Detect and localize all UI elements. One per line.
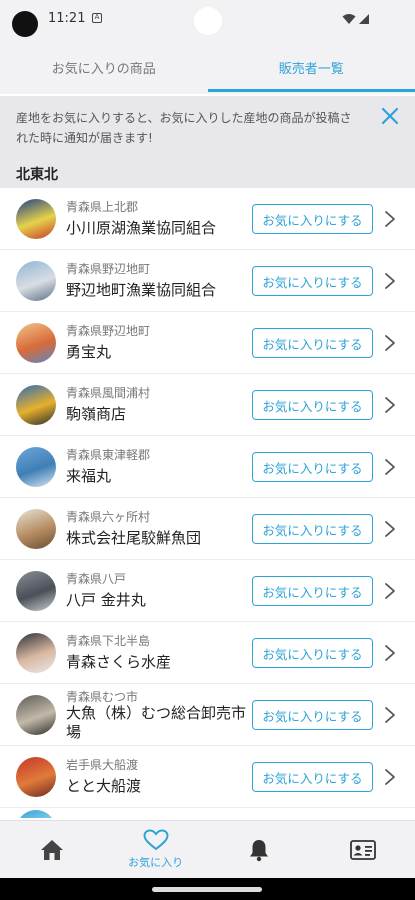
seller-avatar bbox=[16, 509, 56, 549]
camera-cutout bbox=[12, 11, 38, 37]
nav-favorites[interactable]: お気に入り bbox=[104, 821, 208, 878]
status-time: 11:21 bbox=[48, 11, 86, 26]
seller-region: 青森県風間浦村 bbox=[66, 386, 151, 400]
system-gesture-bar bbox=[0, 878, 415, 900]
seller-name: とと大船渡 bbox=[66, 777, 142, 795]
seller-avatar bbox=[16, 385, 56, 425]
favorite-button[interactable]: お気に入りにする bbox=[252, 700, 373, 730]
tab-seller-list[interactable]: 販売者一覧 bbox=[207, 40, 415, 94]
favorite-button[interactable]: お気に入りにする bbox=[252, 204, 373, 234]
seller-avatar bbox=[16, 199, 56, 239]
seller-row[interactable]: 青森県六ヶ所村株式会社尾駮鮮魚団 お気に入りにする bbox=[0, 498, 415, 560]
home-indicator[interactable] bbox=[152, 887, 262, 892]
seller-row[interactable]: 青森県風間浦村駒嶺商店 お気に入りにする bbox=[0, 374, 415, 436]
chevron-right-icon[interactable] bbox=[384, 272, 396, 290]
seller-row[interactable]: 青森県下北半島青森さくら水産 お気に入りにする bbox=[0, 622, 415, 684]
seller-region: 青森県上北郡 bbox=[66, 200, 139, 214]
seller-name: 八戸 金井丸 bbox=[66, 591, 146, 609]
chevron-right-icon[interactable] bbox=[384, 396, 396, 414]
seller-region: 青森県むつ市 bbox=[66, 690, 139, 704]
signal-icon bbox=[359, 14, 369, 24]
tab-bar: お気に入りの商品 販売者一覧 bbox=[0, 40, 415, 94]
tab-favorite-products[interactable]: お気に入りの商品 bbox=[0, 40, 208, 94]
seller-region: 青森県野辺地町 bbox=[66, 324, 151, 338]
seller-region: 青森県六ヶ所村 bbox=[66, 510, 151, 524]
favorite-button[interactable]: お気に入りにする bbox=[252, 638, 373, 668]
favorite-button[interactable]: お気に入りにする bbox=[252, 452, 373, 482]
seller-avatar bbox=[16, 571, 56, 611]
chevron-right-icon[interactable] bbox=[384, 582, 396, 600]
seller-list: 青森県上北郡 小川原湖漁業協同組合 お気に入りにする 青森県野辺地町 野辺地町漁業協同組… bbox=[0, 188, 415, 818]
favorite-button[interactable]: お気に入りにする bbox=[252, 576, 373, 606]
seller-row[interactable]: 岩手県大船渡とと大船渡 お気に入りにする bbox=[0, 746, 415, 808]
seller-region: 岩手県大船渡 bbox=[66, 758, 139, 772]
nav-notifications[interactable] bbox=[208, 821, 312, 878]
seller-name: 株式会社尾駮鮮魚団 bbox=[66, 529, 202, 547]
seller-row[interactable]: 青森県上北郡小川原湖漁業協同組合 お気に入りにする bbox=[0, 188, 415, 250]
front-camera bbox=[194, 7, 222, 35]
seller-avatar bbox=[16, 261, 56, 301]
seller-avatar bbox=[16, 757, 56, 797]
chevron-right-icon[interactable] bbox=[384, 644, 396, 662]
seller-region: 青森県下北半島 bbox=[66, 634, 151, 648]
wifi-icon bbox=[342, 14, 356, 24]
section-title: 北東北 bbox=[16, 167, 58, 183]
nav-home[interactable] bbox=[0, 821, 104, 878]
chevron-right-icon[interactable] bbox=[384, 520, 396, 538]
close-icon[interactable] bbox=[380, 106, 400, 126]
seller-name: 青森さくら水産 bbox=[66, 653, 172, 671]
favorite-button[interactable]: お気に入りにする bbox=[252, 514, 373, 544]
seller-avatar bbox=[16, 810, 56, 818]
favorite-button[interactable]: お気に入りにする bbox=[252, 328, 373, 358]
seller-region: 青森県八戸 bbox=[66, 572, 127, 586]
chevron-right-icon[interactable] bbox=[384, 334, 396, 352]
seller-name: 勇宝丸 bbox=[66, 343, 112, 361]
home-icon bbox=[40, 839, 63, 860]
seller-name: 大魚（株）むつ総合卸売市場 bbox=[66, 704, 247, 741]
bell-icon bbox=[250, 839, 269, 861]
chevron-right-icon[interactable] bbox=[384, 210, 396, 228]
seller-row[interactable]: 青森県野辺地町勇宝丸 お気に入りにする bbox=[0, 312, 415, 374]
seller-region: 青森県野辺地町 bbox=[66, 262, 151, 276]
favorite-button[interactable]: お気に入りにする bbox=[252, 390, 373, 420]
favorite-button[interactable]: お気に入りにする bbox=[252, 762, 373, 792]
banner-text: 産地をお気に入りすると、お気に入りした産地の商品が投稿された時に通知が届きます! bbox=[16, 111, 352, 145]
favorite-button[interactable]: お気に入りにする bbox=[252, 266, 373, 296]
section-header: 北東北 bbox=[0, 156, 415, 188]
seller-avatar bbox=[16, 447, 56, 487]
seller-name: 駒嶺商店 bbox=[66, 405, 127, 423]
seller-row[interactable]: 青森県八戸八戸 金井丸 お気に入りにする bbox=[0, 560, 415, 622]
seller-name: 野辺地町漁業協同組合 bbox=[66, 281, 217, 299]
status-bar: 11:21 A bbox=[0, 0, 415, 40]
id-card-icon bbox=[350, 839, 377, 860]
seller-row-partial bbox=[0, 808, 415, 818]
seller-name: 小川原湖漁業協同組合 bbox=[66, 219, 217, 237]
seller-avatar bbox=[16, 633, 56, 673]
seller-avatar bbox=[16, 323, 56, 363]
nav-profile[interactable] bbox=[311, 821, 415, 878]
bottom-nav: お気に入り bbox=[0, 820, 415, 878]
seller-region: 青森県東津軽郡 bbox=[66, 448, 151, 462]
chevron-right-icon[interactable] bbox=[384, 458, 396, 476]
seller-row[interactable]: 青森県むつ市 大魚（株）むつ総合卸売市場 お気に入りにする bbox=[0, 684, 415, 746]
info-banner: 産地をお気に入りすると、お気に入りした産地の商品が投稿された時に通知が届きます! bbox=[0, 96, 415, 156]
nav-favorites-label: お気に入り bbox=[128, 856, 184, 869]
seller-avatar bbox=[16, 695, 56, 735]
seller-row[interactable]: 青森県東津軽郡来福丸 お気に入りにする bbox=[0, 436, 415, 498]
seller-name: 来福丸 bbox=[66, 467, 112, 485]
chevron-right-icon[interactable] bbox=[384, 768, 396, 786]
seller-row[interactable]: 青森県野辺地町野辺地町漁業協同組合 お気に入りにする bbox=[0, 250, 415, 312]
notification-icon: A bbox=[92, 13, 102, 23]
chevron-right-icon[interactable] bbox=[384, 706, 396, 724]
heart-icon bbox=[143, 829, 169, 851]
